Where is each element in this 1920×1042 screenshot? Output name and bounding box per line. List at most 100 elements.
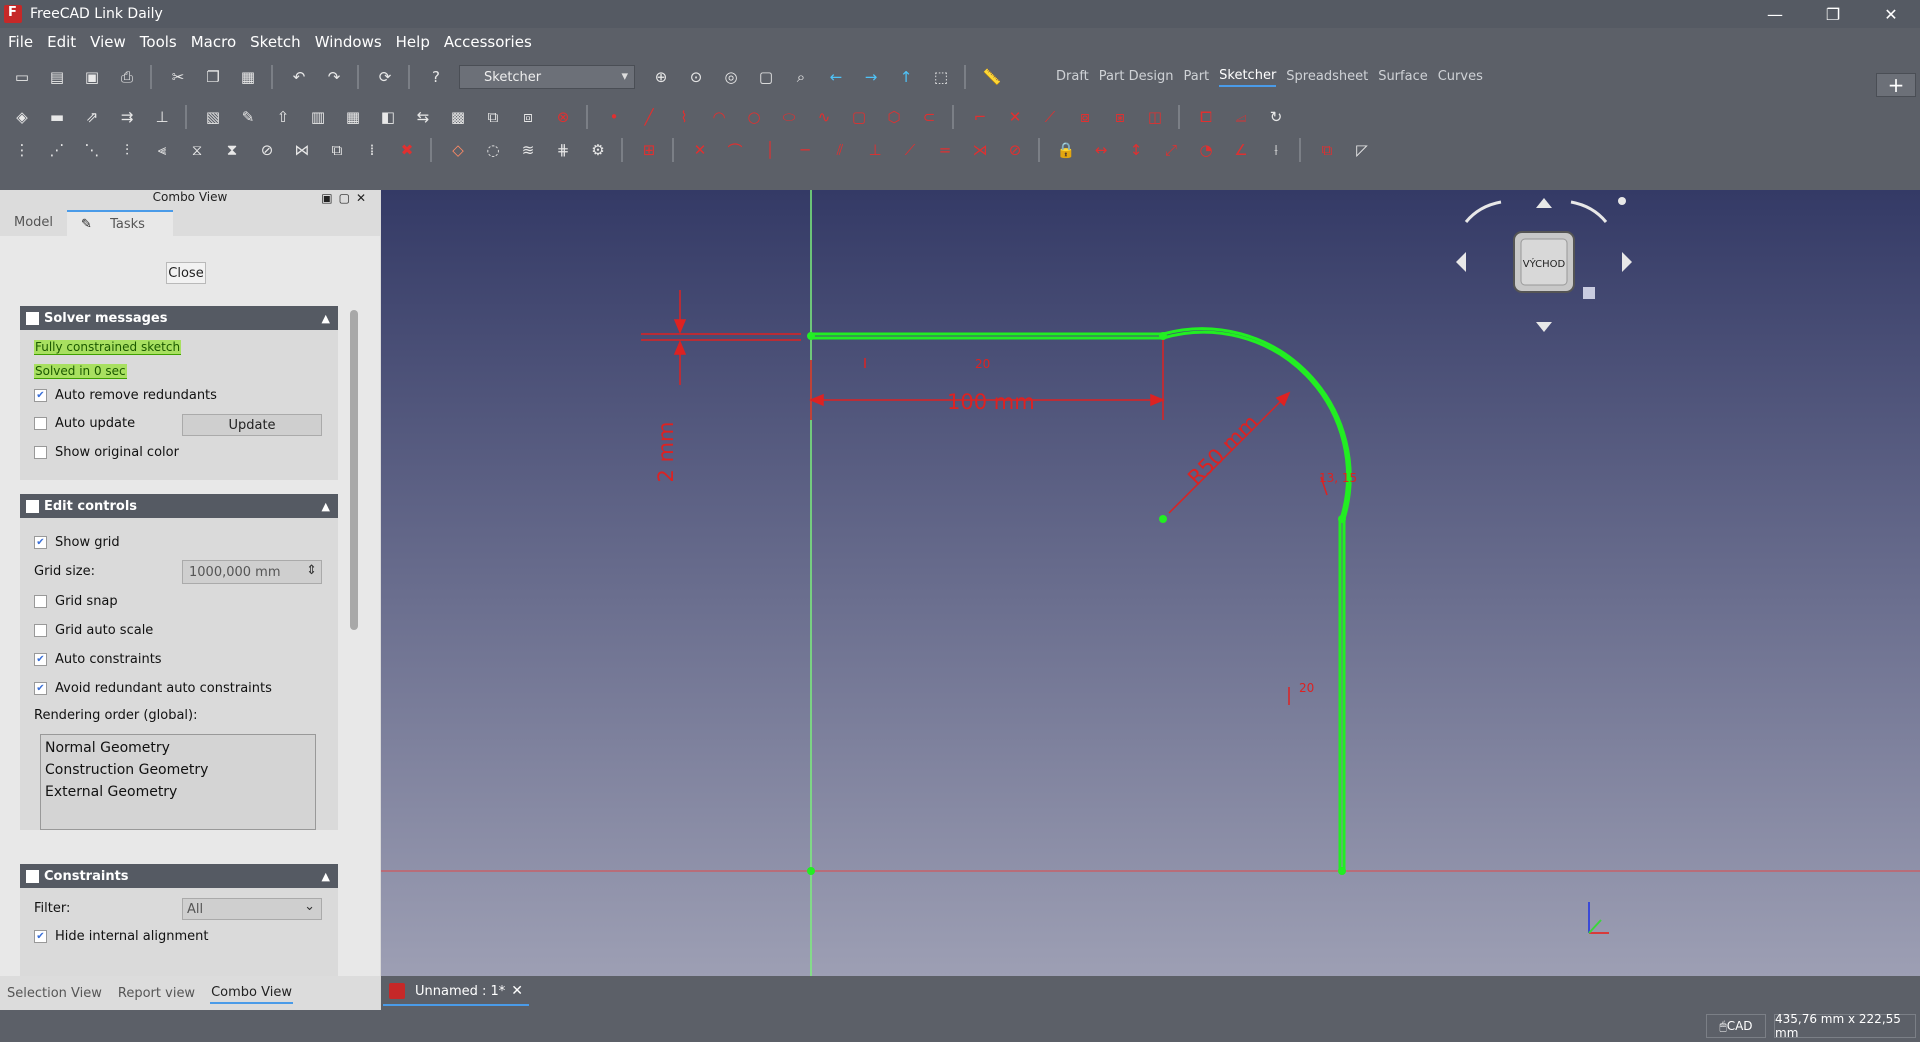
zoom-icon[interactable]: ⌕ (789, 65, 813, 89)
auto-update-checkbox[interactable] (34, 417, 47, 430)
refresh-icon[interactable]: ⟳ (373, 65, 397, 89)
select-vertical-axis-icon[interactable]: ⫶ (115, 138, 139, 162)
construction-mode-icon[interactable]: ◫ (1143, 105, 1167, 129)
slot-icon[interactable]: ⊂ (917, 105, 941, 129)
validate-sketch-icon[interactable]: ▩ (446, 105, 470, 129)
menu-file[interactable]: File (8, 33, 33, 51)
new-sketch-icon[interactable]: ▧ (201, 105, 225, 129)
workbench-tab-draft[interactable]: Draft (1056, 69, 1089, 86)
navigation-style-button[interactable]: 🖱 CAD (1706, 1014, 1766, 1038)
trim-icon[interactable]: ✕ (1003, 105, 1027, 129)
nav-up-icon[interactable]: ↑ (894, 65, 918, 89)
nav-back-icon[interactable]: ← (824, 65, 848, 89)
sketch-vertex[interactable] (1338, 515, 1346, 523)
bspline-comb-icon[interactable]: ≋ (516, 138, 540, 162)
update-button[interactable]: Update (182, 414, 322, 436)
radius-constraint-icon[interactable]: ◔ (1194, 138, 1218, 162)
conic-icon[interactable]: ⬭ (777, 105, 801, 129)
snell-law-icon[interactable]: ⟊ (1264, 138, 1288, 162)
leave-sketch-icon[interactable]: ⇧ (271, 105, 295, 129)
fit-selection-icon[interactable]: ⊙ (684, 65, 708, 89)
vertical-constraint-icon[interactable]: │ (758, 138, 782, 162)
mirror-sketch-icon[interactable]: ⧈ (516, 105, 540, 129)
menu-accessories[interactable]: Accessories (444, 33, 532, 51)
workbench-tab-sketcher[interactable]: Sketcher (1219, 68, 1277, 87)
block-constraint-icon[interactable]: ⊘ (1003, 138, 1027, 162)
tab-model[interactable]: Model (0, 210, 67, 236)
nav-forward-icon[interactable]: → (859, 65, 883, 89)
show-hide-geometry-icon[interactable]: ⊘ (255, 138, 279, 162)
workbench-tab-curves[interactable]: Curves (1438, 69, 1483, 86)
stop-operation-icon[interactable]: ⊗ (551, 105, 575, 129)
toggle-driving-icon[interactable]: ⧉ (1315, 138, 1339, 162)
workbench-tab-spreadsheet[interactable]: Spreadsheet (1286, 69, 1368, 86)
rendering-order-list[interactable]: Normal Geometry Construction Geometry Ex… (40, 734, 316, 830)
menu-sketch[interactable]: Sketch (250, 33, 301, 51)
copy-icon[interactable]: ❐ (201, 65, 225, 89)
collapse-icon[interactable]: ▲ (322, 500, 330, 513)
show-original-color-checkbox[interactable] (34, 446, 47, 459)
solver-messages-header[interactable]: Solver messages ▲ (20, 306, 338, 330)
symmetry-tool-icon[interactable]: ⋈ (290, 138, 314, 162)
equal-constraint-icon[interactable]: = (933, 138, 957, 162)
tab-tasks[interactable]: ✎ Tasks (67, 210, 173, 236)
sketch-vertex[interactable] (1338, 867, 1346, 875)
view-sketch-icon[interactable]: ▥ (306, 105, 330, 129)
distance-constraint-icon[interactable]: ⤢ (1159, 138, 1183, 162)
workbench-tab-part-design[interactable]: Part Design (1099, 69, 1174, 86)
delete-all-geometry-icon[interactable]: ✖ (395, 138, 419, 162)
horizontal-constraint-icon[interactable]: ─ (793, 138, 817, 162)
grid-icon[interactable]: ⊞ (637, 138, 661, 162)
select-redundant-icon[interactable]: ⧡ (1229, 105, 1253, 129)
circle-icon[interactable]: ○ (742, 105, 766, 129)
panel-controls[interactable]: ▣▢✕ (321, 191, 372, 205)
tangent-constraint-icon[interactable]: ⟋ (898, 138, 922, 162)
part-icon[interactable]: ◈ (10, 105, 34, 129)
avoid-redundant-checkbox[interactable] (34, 682, 47, 695)
horizontal-distance-icon[interactable]: ↔ (1089, 138, 1113, 162)
workbench-tab-surface[interactable]: Surface (1378, 69, 1428, 86)
paste-icon[interactable]: ▦ (236, 65, 260, 89)
collapse-icon[interactable]: ▲ (322, 312, 330, 325)
filter-select[interactable]: All (182, 898, 322, 920)
folder-icon[interactable]: ▬ (45, 105, 69, 129)
list-item[interactable]: Construction Geometry (45, 759, 311, 781)
whats-this-icon[interactable]: ? (424, 65, 448, 89)
show-grid-checkbox[interactable] (34, 536, 47, 549)
select-conflicting-constraints-icon[interactable]: ⧗ (220, 138, 244, 162)
measure-icon[interactable]: 📏 (980, 65, 1004, 89)
external-geometry-icon[interactable]: ⧇ (1073, 105, 1097, 129)
dim-thickness-label[interactable]: 2 mm (654, 422, 678, 483)
carbon-copy-icon[interactable]: ⧆ (1108, 105, 1132, 129)
edit-controls-header[interactable]: Edit controls ▲ (20, 494, 338, 518)
fillet-icon[interactable]: ⌐ (968, 105, 992, 129)
bspline-polygon-icon[interactable]: ◌ (481, 138, 505, 162)
minimize-button[interactable]: — (1746, 0, 1804, 28)
edit-sketch-icon[interactable]: ✎ (236, 105, 260, 129)
nav-mini-cube[interactable] (1583, 287, 1595, 299)
close-document-icon[interactable]: ✕ (511, 983, 523, 999)
list-item[interactable]: External Geometry (45, 781, 311, 803)
select-conflicting-icon[interactable]: ⧠ (1194, 105, 1218, 129)
std-views-icon[interactable]: ⬚ (929, 65, 953, 89)
select-redundant-constraints-icon[interactable]: ⧖ (185, 138, 209, 162)
menu-macro[interactable]: Macro (191, 33, 236, 51)
extend-icon[interactable]: ⟋ (1038, 105, 1062, 129)
hide-internal-alignment-checkbox[interactable] (34, 930, 47, 943)
grid-auto-scale-checkbox[interactable] (34, 624, 47, 637)
menu-view[interactable]: View (90, 33, 126, 51)
3d-viewport[interactable]: 100 mm 2 mm R50 mm 20 20 13, 15 VÝCHOD (381, 190, 1920, 976)
rectangle-icon[interactable]: ▢ (847, 105, 871, 129)
menu-tools[interactable]: Tools (140, 33, 177, 51)
parallel-constraint-icon[interactable]: ⫽ (828, 138, 852, 162)
select-origin-icon[interactable]: ⋱ (80, 138, 104, 162)
origin-point[interactable] (807, 867, 815, 875)
grid-size-input[interactable]: 1000,000 mm (182, 560, 322, 584)
scrollbar-thumb[interactable] (350, 310, 358, 630)
constraints-header[interactable]: Constraints ▲ (20, 864, 338, 888)
reorient-sketch-icon[interactable]: ⇆ (411, 105, 435, 129)
undo-icon[interactable]: ↶ (287, 65, 311, 89)
sketch-vertex[interactable] (1159, 332, 1167, 340)
rotate-icon[interactable]: ↻ (1264, 105, 1288, 129)
merge-sketch-icon[interactable]: ⧉ (481, 105, 505, 129)
